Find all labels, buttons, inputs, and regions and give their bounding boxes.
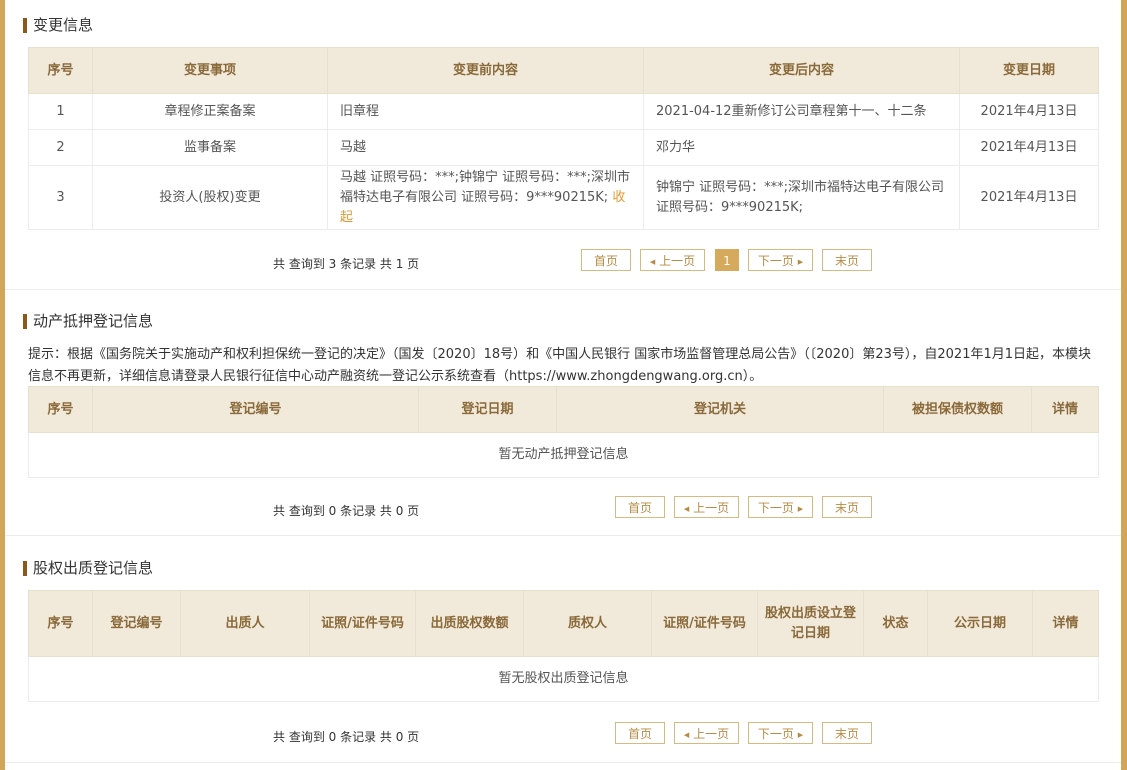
- col-header-pledgor-id: 证照/证件号码: [309, 590, 416, 657]
- prev-arrow-icon: ◀: [683, 731, 690, 739]
- cell-after: 邓力华: [643, 129, 960, 166]
- col-header-date: 变更日期: [959, 47, 1099, 94]
- col-header-reg-date: 登记日期: [418, 386, 557, 433]
- cell-before: 马越 证照号码：***;钟锦宁 证照号码：***;深圳市福特达电子有限公司 证照…: [327, 165, 644, 230]
- next-arrow-icon: ▶: [797, 258, 804, 266]
- col-header-item: 变更事项: [92, 47, 328, 94]
- cell-date: 2021年4月13日: [959, 93, 1099, 130]
- col-header-no: 序号: [28, 590, 93, 657]
- section-divider: [5, 535, 1121, 536]
- table-row: 2 监事备案 马越 邓力华 2021年4月13日: [28, 129, 1099, 166]
- prev-page-label: 上一页: [693, 727, 730, 741]
- pledge-empty-message: 暂无股权出质登记信息: [28, 656, 1099, 702]
- next-page-button[interactable]: 下一页 ▶: [748, 496, 813, 518]
- cell-no: 2: [28, 129, 93, 166]
- col-header-pledgor: 出质人: [180, 590, 310, 657]
- col-header-pledgee: 质权人: [523, 590, 652, 657]
- cell-after: 2021-04-12重新修订公司章程第十一、十二条: [643, 93, 960, 130]
- change-table: 序号 变更事项 变更前内容 变更后内容 变更日期 1 章程修正案备案 旧章程 2…: [28, 47, 1099, 230]
- col-header-reg-authority: 登记机关: [556, 386, 884, 433]
- prev-page-label: 上一页: [659, 254, 696, 268]
- col-header-no: 序号: [28, 47, 93, 94]
- prev-arrow-icon: ◀: [649, 258, 656, 266]
- last-page-button[interactable]: 末页: [822, 722, 872, 744]
- mortgage-section-title: 动产抵押登记信息: [23, 311, 153, 331]
- col-header-before: 变更前内容: [327, 47, 644, 94]
- cell-no: 1: [28, 93, 93, 130]
- left-frame: [0, 0, 5, 770]
- col-header-detail: 详情: [1031, 386, 1099, 433]
- next-page-button[interactable]: 下一页 ▶: [748, 249, 813, 271]
- cell-after: 钟锦宁 证照号码：***;深圳市福特达电子有限公司 证照号码：9***90215…: [643, 165, 960, 230]
- table-row: 3 投资人(股权)变更 马越 证照号码：***;钟锦宁 证照号码：***;深圳市…: [28, 165, 1099, 230]
- prev-page-label: 上一页: [693, 501, 730, 515]
- col-header-reg-no: 登记编号: [92, 386, 419, 433]
- cell-before: 旧章程: [327, 93, 644, 130]
- col-header-status: 状态: [863, 590, 928, 657]
- pledge-section-title: 股权出质登记信息: [23, 558, 153, 578]
- cell-item: 章程修正案备案: [92, 93, 328, 130]
- prev-page-button[interactable]: ◀ 上一页: [674, 722, 739, 744]
- col-header-detail: 详情: [1032, 590, 1099, 657]
- first-page-button[interactable]: 首页: [615, 496, 665, 518]
- current-page-button[interactable]: 1: [715, 249, 739, 271]
- first-page-button[interactable]: 首页: [581, 249, 631, 271]
- cell-before-text: 马越 证照号码：***;钟锦宁 证照号码：***;深圳市福特达电子有限公司 证照…: [340, 169, 631, 205]
- col-header-publish-date: 公示日期: [927, 590, 1033, 657]
- mortgage-pager-summary: 共 查询到 0 条记录 共 0 页: [273, 504, 420, 518]
- prev-arrow-icon: ◀: [683, 505, 690, 513]
- change-table-header: 序号 变更事项 变更前内容 变更后内容 变更日期: [28, 47, 1099, 94]
- cell-no: 3: [28, 165, 93, 230]
- change-pager-summary: 共 查询到 3 条记录 共 1 页: [273, 257, 420, 271]
- next-page-label: 下一页: [757, 254, 794, 268]
- mortgage-hint: 提示：根据《国务院关于实施动产和权利担保统一登记的决定》（国发〔2020〕18号…: [28, 347, 1092, 384]
- next-page-label: 下一页: [757, 501, 794, 515]
- right-frame: [1121, 0, 1127, 770]
- cell-date: 2021年4月13日: [959, 165, 1099, 230]
- next-page-label: 下一页: [757, 727, 794, 741]
- next-page-button[interactable]: 下一页 ▶: [748, 722, 813, 744]
- pledge-table: 序号 登记编号 出质人 证照/证件号码 出质股权数额 质权人 证照/证件号码 股…: [28, 590, 1099, 702]
- first-page-button[interactable]: 首页: [615, 722, 665, 744]
- empty-row: 暂无动产抵押登记信息: [28, 432, 1099, 478]
- next-arrow-icon: ▶: [797, 505, 804, 513]
- cell-item: 投资人(股权)变更: [92, 165, 328, 230]
- last-page-button[interactable]: 末页: [822, 249, 872, 271]
- col-header-setup-date: 股权出质设立登记日期: [757, 590, 864, 657]
- col-header-pledged-amount: 出质股权数额: [415, 590, 524, 657]
- col-header-after: 变更后内容: [643, 47, 960, 94]
- empty-row: 暂无股权出质登记信息: [28, 656, 1099, 702]
- col-header-no: 序号: [28, 386, 93, 433]
- cell-date: 2021年4月13日: [959, 129, 1099, 166]
- mortgage-empty-message: 暂无动产抵押登记信息: [28, 432, 1099, 478]
- col-header-pledgee-id: 证照/证件号码: [651, 590, 758, 657]
- cell-before: 马越: [327, 129, 644, 166]
- table-row: 1 章程修正案备案 旧章程 2021-04-12重新修订公司章程第十一、十二条 …: [28, 93, 1099, 130]
- mortgage-table-header: 序号 登记编号 登记日期 登记机关 被担保债权数额 详情: [28, 386, 1099, 433]
- prev-page-button[interactable]: ◀ 上一页: [674, 496, 739, 518]
- pledge-table-header: 序号 登记编号 出质人 证照/证件号码 出质股权数额 质权人 证照/证件号码 股…: [28, 590, 1099, 657]
- section-divider: [5, 762, 1121, 763]
- mortgage-table: 序号 登记编号 登记日期 登记机关 被担保债权数额 详情 暂无动产抵押登记信息: [28, 386, 1099, 478]
- prev-page-button[interactable]: ◀ 上一页: [640, 249, 705, 271]
- col-header-reg-no: 登记编号: [92, 590, 181, 657]
- col-header-secured-amount: 被担保债权数额: [883, 386, 1032, 433]
- change-section-title: 变更信息: [23, 15, 93, 35]
- next-arrow-icon: ▶: [797, 731, 804, 739]
- section-divider: [5, 289, 1121, 290]
- cell-item: 监事备案: [92, 129, 328, 166]
- last-page-button[interactable]: 末页: [822, 496, 872, 518]
- pledge-pager-summary: 共 查询到 0 条记录 共 0 页: [273, 730, 420, 744]
